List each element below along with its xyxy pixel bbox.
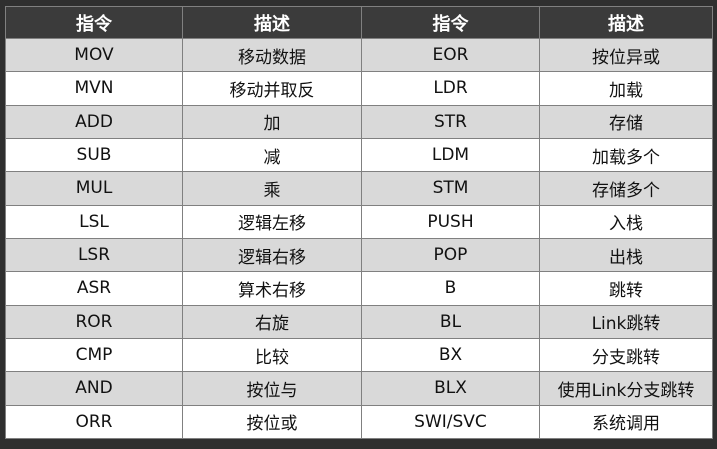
slide-background: 指令 描述 指令 描述 MOV 移动数据 EOR 按位异或 MVN 移动并取反 LDR 加载 A… — [0, 0, 717, 449]
description-cell: 乘 — [182, 171, 362, 206]
description-cell: 移动数据 — [182, 37, 362, 73]
instruction-cell: ORR — [5, 404, 183, 440]
description-cell: 加载多个 — [539, 137, 713, 173]
instruction-cell: ASR — [5, 271, 183, 306]
table-row: SUB 减 LDM 加载多个 — [5, 137, 713, 173]
instruction-cell: AND — [5, 371, 183, 406]
table-row: LSL 逻辑左移 PUSH 入栈 — [5, 204, 713, 239]
description-cell: 右旋 — [182, 304, 362, 339]
instruction-cell: LDM — [361, 137, 540, 173]
description-cell: 按位异或 — [539, 37, 713, 73]
instruction-cell: B — [361, 271, 540, 306]
description-cell: 加 — [182, 104, 362, 139]
instruction-cell: ROR — [5, 304, 183, 339]
table-row: ROR 右旋 BL Link跳转 — [5, 304, 713, 339]
instruction-cell: STM — [361, 171, 540, 206]
description-cell: 逻辑右移 — [182, 237, 362, 273]
description-cell: Link跳转 — [539, 304, 713, 339]
description-cell: 加载 — [539, 71, 713, 106]
table-row: ASR 算术右移 B 跳转 — [5, 271, 713, 306]
description-cell: 移动并取反 — [182, 71, 362, 106]
instruction-cell: LSR — [5, 237, 183, 273]
table-row: MVN 移动并取反 LDR 加载 — [5, 71, 713, 106]
instruction-cell: PUSH — [361, 204, 540, 239]
description-cell: 出栈 — [539, 237, 713, 273]
instruction-cell: MOV — [5, 37, 183, 73]
description-cell: 使用Link分支跳转 — [539, 371, 713, 406]
table-row: MUL 乘 STM 存储多个 — [5, 171, 713, 206]
header-description-right: 描述 — [539, 6, 713, 39]
header-description-left: 描述 — [182, 6, 362, 39]
description-cell: 跳转 — [539, 271, 713, 306]
table-row: ADD 加 STR 存储 — [5, 104, 713, 139]
table-row: CMP 比较 BX 分支跳转 — [5, 337, 713, 373]
instruction-cell: BLX — [361, 371, 540, 406]
table-body: MOV 移动数据 EOR 按位异或 MVN 移动并取反 LDR 加载 ADD 加 STR 存储 SUB 减… — [5, 37, 713, 440]
description-cell: 分支跳转 — [539, 337, 713, 373]
description-cell: 比较 — [182, 337, 362, 373]
description-cell: 按位与 — [182, 371, 362, 406]
instruction-cell: POP — [361, 237, 540, 273]
header-instruction-right: 指令 — [361, 6, 540, 39]
instruction-cell: LSL — [5, 204, 183, 239]
header-instruction-left: 指令 — [5, 6, 183, 39]
table-row: AND 按位与 BLX 使用Link分支跳转 — [5, 371, 713, 406]
instruction-cell: LDR — [361, 71, 540, 106]
description-cell: 存储多个 — [539, 171, 713, 206]
instruction-cell: SUB — [5, 137, 183, 173]
instruction-cell: BL — [361, 304, 540, 339]
instruction-table: 指令 描述 指令 描述 MOV 移动数据 EOR 按位异或 MVN 移动并取反 LDR 加载 A… — [5, 6, 713, 440]
description-cell: 算术右移 — [182, 271, 362, 306]
instruction-cell: EOR — [361, 37, 540, 73]
instruction-cell: MVN — [5, 71, 183, 106]
instruction-cell: STR — [361, 104, 540, 139]
instruction-cell: BX — [361, 337, 540, 373]
description-cell: 系统调用 — [539, 404, 713, 440]
description-cell: 按位或 — [182, 404, 362, 440]
instruction-cell: ADD — [5, 104, 183, 139]
header-row: 指令 描述 指令 描述 — [5, 6, 713, 39]
description-cell: 入栈 — [539, 204, 713, 239]
description-cell: 逻辑左移 — [182, 204, 362, 239]
instruction-cell: MUL — [5, 171, 183, 206]
table-row: MOV 移动数据 EOR 按位异或 — [5, 37, 713, 73]
description-cell: 减 — [182, 137, 362, 173]
table-row: LSR 逻辑右移 POP 出栈 — [5, 237, 713, 273]
instruction-cell: SWI/SVC — [361, 404, 540, 440]
description-cell: 存储 — [539, 104, 713, 139]
table-row: ORR 按位或 SWI/SVC 系统调用 — [5, 404, 713, 440]
instruction-cell: CMP — [5, 337, 183, 373]
